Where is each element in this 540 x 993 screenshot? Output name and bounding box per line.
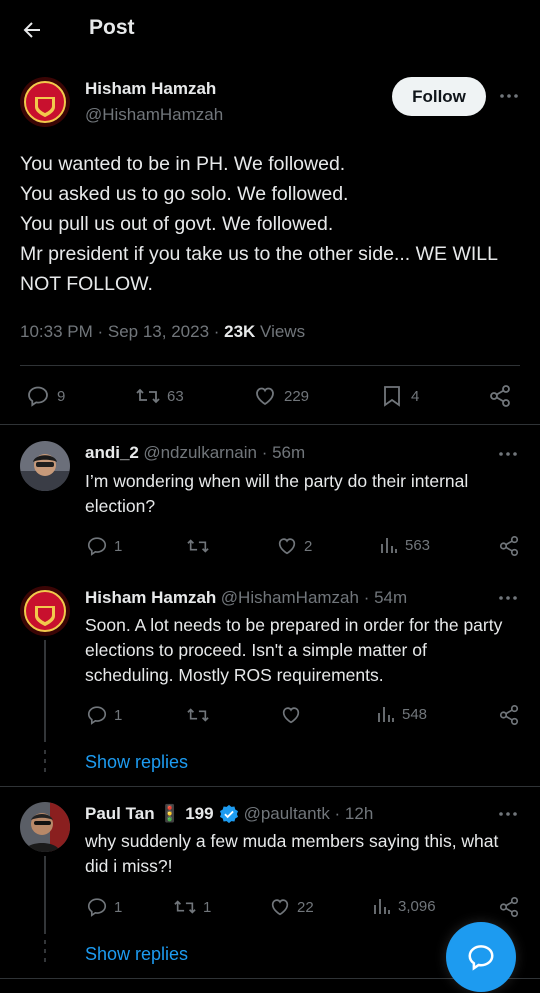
repost-action[interactable] [186, 704, 216, 726]
author-name[interactable]: Hisham Hamzah [85, 79, 216, 99]
reply-author-name[interactable]: Hisham Hamzah [85, 588, 216, 607]
like-icon [280, 704, 302, 726]
share-icon[interactable] [498, 704, 520, 726]
reply-author-handle[interactable]: @HishamHamzah · 54m [221, 588, 407, 607]
reply-count: 1 [114, 537, 123, 555]
share-icon[interactable] [498, 535, 520, 557]
reply-count: 1 [114, 898, 123, 916]
reply-author-handle[interactable]: @paultantk · 12h [244, 804, 374, 824]
more-icon[interactable] [499, 89, 519, 103]
repost-icon [135, 384, 161, 408]
views-action[interactable]: 3,096 [372, 896, 436, 916]
like-count: 229 [284, 387, 310, 405]
avatar[interactable] [20, 586, 70, 636]
avatar[interactable] [20, 802, 70, 852]
post-text: You wanted to be in PH. We followed. You… [20, 153, 498, 295]
like-action[interactable]: 22 [269, 896, 314, 918]
views-icon [379, 535, 399, 555]
thread-line [44, 640, 46, 742]
reply-count: 1 [114, 706, 123, 724]
share-icon[interactable] [498, 896, 520, 918]
reply-action[interactable]: 9 [26, 384, 65, 408]
views-count: 563 [405, 536, 431, 554]
thread-dots [43, 750, 47, 772]
bookmark-count: 4 [411, 387, 420, 405]
reply-count: 9 [57, 387, 66, 405]
like-count: 2 [304, 537, 313, 555]
show-replies-link[interactable]: Show replies [85, 944, 188, 965]
reply-header: Hisham Hamzah @HishamHamzah · 54m [85, 588, 407, 608]
repost-action[interactable] [186, 535, 216, 557]
reply-header: Paul Tan 🚦 199 @paultantk · 12h [85, 804, 373, 824]
reply-text: Soon. A lot needs to be prepared in orde… [85, 615, 503, 685]
verified-badge-icon [219, 804, 239, 824]
like-action[interactable]: 229 [253, 384, 309, 408]
post-metadata: 10:33 PM · Sep 13, 2023 · 23K Views [20, 322, 305, 342]
reply-icon [26, 384, 50, 408]
views-action[interactable]: 563 [379, 535, 430, 555]
like-count: 22 [297, 898, 314, 916]
reply-action[interactable]: 1 [86, 704, 122, 726]
like-icon [269, 896, 291, 918]
repost-icon [186, 704, 210, 726]
reply-author-name[interactable]: andi_2 [85, 443, 139, 462]
reply-text: why suddenly a few muda members saying t… [85, 831, 499, 876]
views-count: 3,096 [398, 897, 436, 915]
compose-reply-button[interactable] [446, 922, 516, 992]
post-time[interactable]: 10:33 PM · Sep 13, 2023 · [20, 322, 224, 341]
follow-button[interactable]: Follow [392, 77, 486, 116]
share-icon[interactable] [488, 384, 512, 408]
divider [0, 424, 540, 425]
show-replies-link[interactable]: Show replies [85, 752, 188, 773]
like-icon [253, 384, 277, 408]
more-icon[interactable] [498, 807, 518, 821]
repost-count: 63 [167, 387, 184, 405]
more-icon[interactable] [498, 591, 518, 605]
reply-author-handle[interactable]: @ndzulkarnain · 56m [143, 443, 305, 462]
like-action[interactable] [280, 704, 308, 726]
repost-count: 1 [203, 898, 212, 916]
compose-reply-icon [466, 942, 496, 972]
like-action[interactable]: 2 [276, 535, 312, 557]
thread-dots [43, 940, 47, 962]
avatar[interactable] [20, 441, 70, 491]
reply-action[interactable]: 1 [86, 896, 122, 918]
reply-action[interactable]: 1 [86, 535, 122, 557]
repost-icon [173, 896, 197, 918]
like-icon [276, 535, 298, 557]
reply-text: I’m wondering when will the party do the… [85, 471, 469, 516]
reply-icon [86, 896, 108, 918]
views-label: Views [255, 322, 306, 341]
avatar[interactable] [20, 77, 70, 127]
bookmark-action[interactable]: 4 [381, 384, 419, 408]
reply-icon [86, 535, 108, 557]
thread-line [44, 856, 46, 934]
views-count: 23K [224, 322, 256, 341]
reply-header: andi_2 @ndzulkarnain · 56m [85, 443, 305, 463]
repost-action[interactable]: 63 [135, 384, 184, 408]
repost-action[interactable]: 1 [173, 896, 211, 918]
author-handle[interactable]: @HishamHamzah [85, 105, 223, 125]
reply-author-name[interactable]: Paul Tan 🚦 199 [85, 804, 214, 824]
repost-icon [186, 535, 210, 557]
views-count: 548 [402, 705, 428, 723]
back-arrow-icon[interactable] [20, 18, 44, 42]
more-icon[interactable] [498, 447, 518, 461]
divider [0, 786, 540, 787]
views-icon [372, 896, 392, 916]
page-title: Post [89, 16, 135, 39]
reply-icon [86, 704, 108, 726]
bookmark-icon [381, 384, 403, 408]
divider [20, 365, 520, 366]
views-action[interactable]: 548 [376, 704, 427, 724]
views-icon [376, 704, 396, 724]
